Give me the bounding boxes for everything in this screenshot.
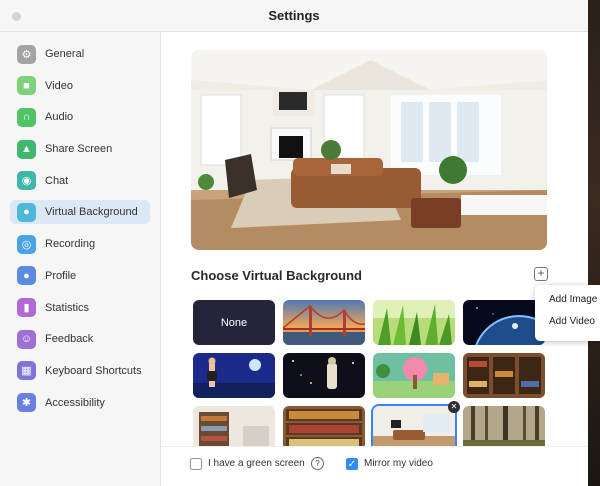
background-thumb[interactable] (463, 406, 545, 451)
sidebar-item-feedback[interactable]: ☺ Feedback (10, 327, 150, 351)
chat-bubble-icon: ◉ (17, 171, 36, 191)
smiley-icon: ☺ (17, 329, 36, 349)
footer-options: I have a green screen ? ✓ Mirror my vide… (162, 446, 588, 486)
living-room-thumb-image (373, 406, 455, 451)
add-background-button[interactable]: + (534, 267, 548, 281)
background-thumb[interactable] (373, 353, 455, 398)
sidebar-item-chat[interactable]: ◉ Chat (10, 169, 150, 193)
add-image-menu-item[interactable]: Add Image (535, 293, 600, 315)
video-preview (191, 50, 547, 250)
sidebar-item-label: General (45, 48, 85, 60)
background-app-strip (588, 0, 600, 486)
profile-icon: ● (17, 266, 36, 286)
sidebar-item-label: Video (45, 79, 73, 92)
remove-background-icon[interactable]: ✕ (448, 401, 460, 413)
green-screen-checkbox[interactable] (190, 458, 202, 470)
bookshelf-office-image (193, 406, 275, 451)
sidebar-item-label: Chat (45, 174, 69, 187)
sidebar-item-accessibility[interactable]: ✱ Accessibility (10, 391, 150, 415)
sidebar-item-keyboard-shortcuts[interactable]: ▦ Keyboard Shortcuts (10, 359, 150, 383)
golden-gate-bridge-image (283, 300, 365, 345)
record-icon: ◎ (17, 234, 36, 254)
grass-image (373, 300, 455, 345)
sidebar-item-label: Accessibility (45, 396, 105, 409)
sidebar-item-label: Feedback (45, 333, 94, 346)
sidebar-item-audio[interactable]: ∩ Audio (10, 105, 150, 129)
window-title: Settings (268, 8, 320, 23)
bookcase-image (283, 406, 365, 451)
space-concert-image (283, 353, 365, 398)
video-camera-icon: ■ (17, 76, 36, 96)
none-label: None (220, 316, 248, 329)
sidebar-item-label: Statistics (45, 301, 90, 314)
gear-icon: ⚙ (17, 44, 36, 64)
title-bar: Settings (0, 0, 588, 32)
bar-chart-icon: ▮ (17, 298, 36, 317)
share-screen-icon: ▲ (17, 139, 36, 159)
section-title: Choose Virtual Background (191, 268, 362, 283)
mirror-video-label: Mirror my video (364, 458, 433, 469)
background-thumb[interactable] (193, 406, 275, 451)
background-thumb[interactable] (373, 300, 455, 345)
living-room-preview-image (191, 50, 547, 250)
sidebar-item-label: Profile (45, 269, 77, 282)
sidebar-item-share-screen[interactable]: ▲ Share Screen (10, 137, 150, 161)
settings-window: Settings ⚙ General ■ Video ∩ Audio ▲ Share Scre… (0, 0, 588, 486)
window-close-dot[interactable] (12, 12, 21, 21)
sidebar-item-label: Keyboard Shortcuts (45, 364, 142, 377)
background-thumb[interactable] (463, 300, 545, 345)
sidebar-item-video[interactable]: ■ Video (10, 74, 150, 98)
sidebar-item-label: Share Screen (45, 143, 113, 156)
concert-stage-image (193, 353, 275, 398)
sidebar-item-label: Virtual Background (45, 206, 138, 219)
keyboard-icon: ▦ (17, 361, 36, 381)
sidebar-item-profile[interactable]: ● Profile (10, 264, 150, 288)
sidebar-item-recording[interactable]: ◎ Recording (10, 232, 150, 256)
mirror-video-checkbox[interactable]: ✓ (346, 458, 358, 470)
sidebar-item-virtual-background[interactable]: ● Virtual Background (10, 200, 150, 225)
headphones-icon: ∩ (17, 107, 36, 127)
add-video-menu-item[interactable]: Add Video (535, 315, 600, 337)
help-icon[interactable]: ? (311, 457, 324, 470)
background-thumb[interactable] (283, 406, 365, 451)
add-background-menu: Add Image Add Video (535, 285, 600, 341)
background-thumb[interactable] (283, 353, 365, 398)
virtual-background-panel: Choose Virtual Background + None ✕ (162, 32, 588, 486)
background-none[interactable]: None (193, 300, 275, 345)
library-shelves-image (463, 353, 545, 398)
person-background-icon: ● (17, 202, 36, 222)
accessibility-icon: ✱ (17, 393, 36, 413)
background-thumb[interactable] (193, 353, 275, 398)
background-thumb-selected[interactable]: ✕ (373, 401, 460, 451)
background-thumb[interactable] (463, 353, 545, 398)
green-screen-label: I have a green screen (208, 458, 305, 469)
misty-forest-image (463, 406, 545, 451)
earth-from-space-image (463, 300, 545, 345)
settings-sidebar: ⚙ General ■ Video ∩ Audio ▲ Share Screen ◉ Chat ● V… (0, 32, 161, 486)
sidebar-item-general[interactable]: ⚙ General (10, 42, 150, 66)
sidebar-item-statistics[interactable]: ▮ Statistics (10, 296, 150, 320)
sidebar-item-label: Recording (45, 238, 96, 251)
background-thumb[interactable] (283, 300, 365, 345)
animal-crossing-island-image (373, 353, 455, 398)
sidebar-item-label: Audio (45, 111, 74, 124)
